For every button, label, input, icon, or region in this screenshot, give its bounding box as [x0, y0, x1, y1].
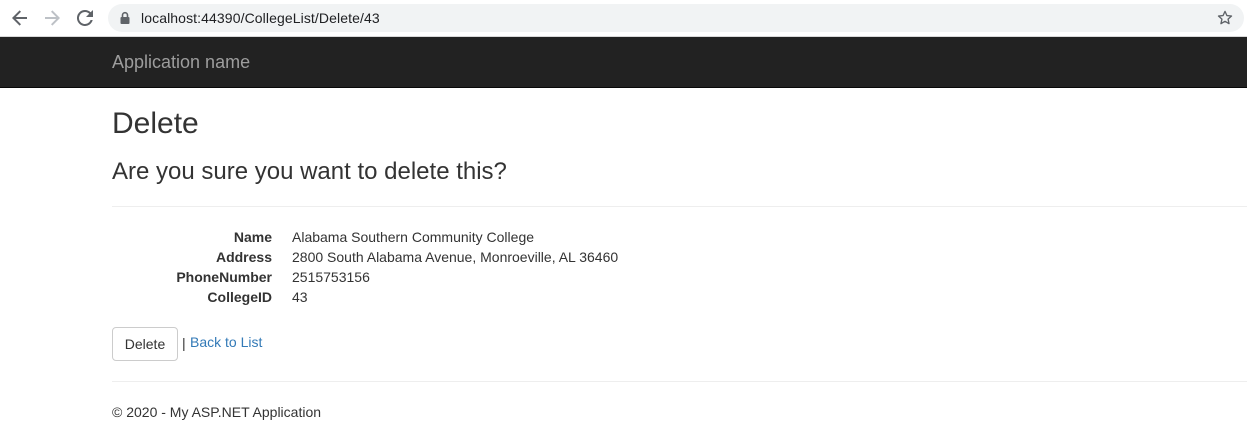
- detail-row-phone: PhoneNumber 2515753156: [112, 268, 912, 288]
- page-title: Delete: [112, 107, 199, 140]
- footer-divider: [112, 381, 1247, 382]
- detail-value: 2515753156: [292, 269, 370, 285]
- delete-button[interactable]: Delete: [112, 327, 178, 361]
- detail-label: Name: [233, 229, 272, 245]
- detail-value: Alabama Southern Community College: [292, 229, 535, 245]
- detail-row-name: Name Alabama Southern Community College: [112, 228, 912, 248]
- reload-icon: [77, 10, 93, 26]
- back-arrow-icon: [12, 10, 27, 26]
- detail-value: 2800 South Alabama Avenue, Monroeville, …: [292, 249, 619, 265]
- star-icon[interactable]: [1216, 9, 1234, 27]
- detail-row-address: Address 2800 South Alabama Avenue, Monro…: [112, 248, 912, 268]
- browser-toolbar: localhost:44390/CollegeList/Delete/43: [0, 0, 1247, 37]
- detail-row-college-id: CollegeID 43: [112, 288, 912, 308]
- back-to-list-link[interactable]: Back to List: [190, 334, 262, 350]
- app-navbar: Application name: [0, 37, 1247, 88]
- detail-label: Address: [215, 249, 272, 265]
- college-details: Name Alabama Southern Community College …: [112, 228, 912, 308]
- confirmation-question: Are you sure you want to delete this?: [112, 158, 507, 185]
- url-text[interactable]: localhost:44390/CollegeList/Delete/43: [141, 10, 380, 26]
- lock-icon: [120, 11, 130, 24]
- divider: [112, 206, 1247, 207]
- separator: |: [182, 335, 186, 351]
- detail-value: 43: [292, 289, 308, 305]
- reload-button[interactable]: [73, 6, 97, 30]
- address-bar[interactable]: localhost:44390/CollegeList/Delete/43: [108, 4, 1244, 32]
- forward-arrow-icon: [45, 10, 60, 26]
- back-button[interactable]: [8, 6, 32, 30]
- brand-link[interactable]: Application name: [112, 52, 250, 73]
- footer-text: © 2020 - My ASP.NET Application: [112, 404, 322, 420]
- forward-button[interactable]: [40, 6, 64, 30]
- detail-label: PhoneNumber: [176, 269, 272, 285]
- detail-label: CollegeID: [207, 289, 272, 305]
